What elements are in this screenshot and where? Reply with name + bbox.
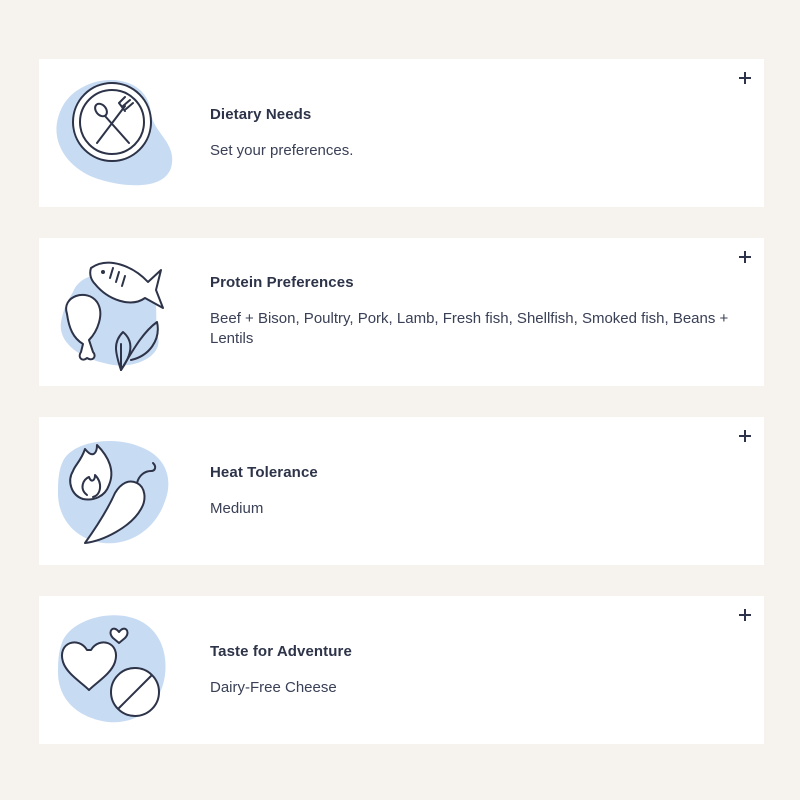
plate-utensils-icon: [53, 73, 203, 193]
plus-icon[interactable]: [738, 608, 752, 622]
card-title: Heat Tolerance: [210, 464, 318, 481]
preference-card-heat-tolerance[interactable]: Heat Tolerance Medium: [39, 417, 764, 565]
card-title: Taste for Adventure: [210, 643, 352, 660]
preference-card-protein-preferences[interactable]: Protein Preferences Beef + Bison, Poultr…: [39, 238, 764, 386]
plus-icon[interactable]: [738, 429, 752, 443]
preference-card-taste-for-adventure[interactable]: Taste for Adventure Dairy-Free Cheese: [39, 596, 764, 744]
card-description: Set your preferences.: [210, 142, 354, 159]
preference-card-dietary-needs[interactable]: Dietary Needs Set your preferences.: [39, 59, 764, 207]
plus-icon[interactable]: [738, 250, 752, 264]
card-description: Dairy-Free Cheese: [210, 679, 337, 696]
card-title: Dietary Needs: [210, 106, 312, 123]
flame-pepper-icon: [53, 431, 203, 551]
card-description: Medium: [210, 500, 264, 517]
card-description: Beef + Bison, Poultry, Pork, Lamb, Fresh…: [210, 310, 729, 347]
plus-icon[interactable]: [738, 71, 752, 85]
fish-drumstick-leaf-icon: [53, 252, 203, 372]
card-title: Protein Preferences: [210, 274, 354, 291]
hearts-pill-icon: [53, 610, 203, 730]
